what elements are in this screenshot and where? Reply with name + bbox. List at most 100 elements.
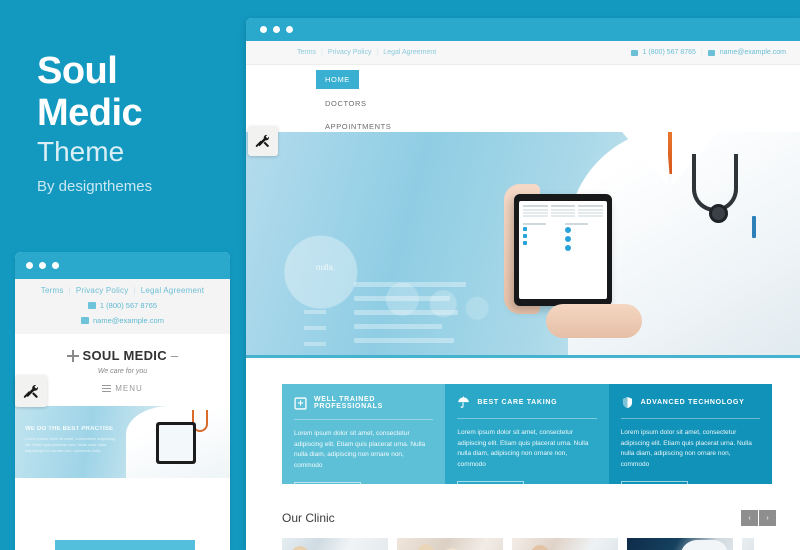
feature-boxes: WELL TRAINED PROFESSIONALS Lorem ipsum d…	[282, 384, 772, 501]
hero-decoration-sidebars	[304, 310, 330, 358]
carousel-prev-button[interactable]: ‹	[741, 510, 758, 526]
clinic-header: Our Clinic ‹ ›	[282, 510, 776, 526]
link-legal-agreement[interactable]: Legal Agreement	[378, 49, 441, 56]
tablet-device-graphic	[514, 194, 612, 306]
clinic-thumbnail[interactable]	[397, 538, 503, 550]
stethoscope-graphic	[692, 154, 738, 212]
topbar-phone[interactable]: 1 (800) 567 8765	[643, 49, 696, 56]
window-dot-close[interactable]	[26, 262, 33, 269]
mobile-link-privacy-policy[interactable]: Privacy Policy	[71, 286, 134, 295]
window-dot-minimize[interactable]	[273, 26, 280, 33]
promo-subtitle: Theme	[37, 136, 125, 167]
browser-preview-window: Terms | Privacy Policy | Legal Agreement…	[246, 18, 800, 550]
mobile-menu-label: MENU	[115, 383, 143, 393]
mobile-link-terms[interactable]: Terms	[36, 286, 69, 295]
divider: |	[700, 49, 703, 56]
feature-title: ADVANCED TECHNOLOGY	[640, 399, 745, 406]
tools-icon	[255, 134, 270, 147]
carousel-controls: ‹ ›	[741, 510, 776, 526]
clinic-thumbnail[interactable]	[282, 538, 388, 550]
feature-box-well-trained-professionals: WELL TRAINED PROFESSIONALS Lorem ipsum d…	[282, 384, 446, 501]
envelope-icon	[81, 317, 89, 324]
window-dot-maximize[interactable]	[286, 26, 293, 33]
feature-text: Lorem ipsum dolor sit amet, consectetur …	[294, 430, 426, 469]
hospital-icon	[294, 396, 307, 410]
mobile-hero-title: WE DO THE BEST PRACTISE	[25, 425, 114, 432]
mobile-topbar: Terms | Privacy Policy | Legal Agreement…	[15, 279, 230, 334]
hero-decoration-bars	[354, 282, 474, 352]
person-figure	[288, 546, 312, 550]
page-title: Soul Medic	[37, 50, 143, 134]
feature-section-spacer	[246, 358, 800, 372]
mobile-phone-row[interactable]: 1 (800) 567 8765	[15, 301, 230, 310]
site-tagline: We care for you	[97, 367, 148, 375]
browser-titlebar	[246, 18, 800, 41]
clinic-thumbnail[interactable]	[512, 538, 618, 550]
umbrella-icon	[458, 396, 470, 408]
link-privacy-policy[interactable]: Privacy Policy	[323, 49, 377, 56]
mobile-topbar-links: Terms | Privacy Policy | Legal Agreement	[15, 286, 230, 295]
hero-caption: nulla.	[316, 263, 336, 272]
mobile-hero-slider: WE DO THE BEST PRACTISE Lorem ipsum dolo…	[15, 405, 230, 478]
phone-icon	[87, 302, 96, 309]
feature-title: BEST CARE TAKING	[477, 399, 558, 406]
section-title: Our Clinic	[282, 511, 335, 525]
mobile-menu-button[interactable]: MENU	[15, 383, 230, 394]
mobile-email-row[interactable]: name@example.com	[15, 316, 230, 325]
browser-customizer-handle[interactable]	[248, 126, 278, 156]
promo-byline: By designthemes	[37, 178, 153, 195]
link-terms[interactable]: Terms	[292, 49, 321, 56]
tools-icon	[23, 384, 38, 398]
clinic-thumbnail[interactable]	[742, 538, 754, 550]
pocket-pen-graphic	[752, 216, 756, 238]
topbar-links: Terms | Privacy Policy | Legal Agreement	[292, 49, 441, 56]
divider	[620, 418, 760, 419]
window-dot-close[interactable]	[260, 26, 267, 33]
nav-item-home[interactable]: HOME	[316, 70, 359, 89]
clinic-thumbnail-list	[282, 538, 754, 550]
topbar-contact: 1 (800) 567 8765 | name@example.com	[630, 49, 786, 56]
person-figure	[528, 545, 552, 550]
person-figure	[415, 544, 437, 550]
tablet-screen	[519, 201, 607, 299]
site-topbar: Terms | Privacy Policy | Legal Agreement…	[246, 41, 800, 65]
mobile-customizer-handle[interactable]	[15, 375, 47, 407]
promo-panel: Soul Medic Theme By designthemes Terms |…	[0, 0, 246, 550]
our-clinic-section: Our Clinic ‹ ›	[246, 498, 800, 550]
feature-title: WELL TRAINED PROFESSIONALS	[314, 396, 383, 410]
feature-box-advanced-technology: ADVANCED TECHNOLOGY Lorem ipsum dolor si…	[608, 384, 772, 500]
site-logo-text: SOUL MEDIC	[82, 348, 167, 363]
stethoscope-bell-graphic	[709, 204, 728, 223]
mobile-email-text: name@example.com	[93, 316, 164, 325]
tablet-graphic	[156, 421, 196, 464]
hand-right-graphic	[546, 304, 642, 338]
medical-cross-icon	[66, 349, 79, 362]
site-logo[interactable]: SOUL MEDIC –	[66, 348, 179, 363]
feature-text: Lorem ipsum dolor sit amet, consectetur …	[457, 429, 589, 468]
divider	[294, 419, 434, 420]
mobile-hero-text: Lorem ipsum dolor sit amet, consectetur …	[25, 435, 116, 453]
mobile-content-bar	[55, 540, 195, 550]
clinic-thumbnail[interactable]	[627, 538, 733, 550]
mobile-preview-window: Terms | Privacy Policy | Legal Agreement…	[15, 252, 230, 550]
hamburger-icon	[102, 383, 112, 394]
feature-text: Lorem ipsum dolor sit amet, consectetur …	[620, 429, 752, 468]
topbar-email[interactable]: name@example.com	[720, 49, 786, 56]
promo-title-line2: Medic	[37, 92, 143, 134]
mobile-logo-area: SOUL MEDIC – We care for you MENU	[15, 334, 230, 394]
shield-icon	[622, 396, 632, 409]
window-dot-minimize[interactable]	[39, 262, 46, 269]
mobile-phone-text: 1 (800) 567 8765	[99, 301, 158, 310]
carousel-next-button[interactable]: ›	[759, 510, 776, 526]
logo-dash: –	[170, 348, 179, 363]
phone-icon	[630, 49, 638, 56]
nav-item-doctors[interactable]: DOCTORS	[316, 92, 406, 115]
person-figure	[681, 540, 727, 550]
mobile-titlebar	[15, 252, 230, 279]
envelope-icon	[707, 49, 715, 56]
mobile-link-legal-agreement[interactable]: Legal Agreement	[136, 286, 210, 295]
divider	[457, 418, 597, 419]
window-dot-maximize[interactable]	[52, 262, 59, 269]
hero-slider: nulla.	[246, 132, 800, 358]
feature-box-best-care-taking: BEST CARE TAKING Lorem ipsum dolor sit a…	[445, 384, 609, 500]
